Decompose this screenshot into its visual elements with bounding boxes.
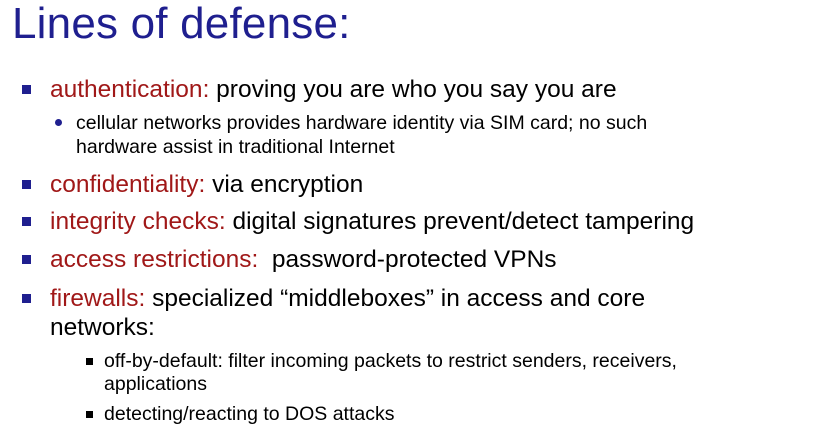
square-bullet-icon (22, 180, 31, 189)
sub-bullet-line-2: applications (104, 373, 207, 395)
sub-bullet-line-2: hardware assist in traditional Internet (76, 136, 395, 158)
sub-bullet-line-1: detecting/reacting to DOS attacks (104, 403, 395, 425)
sub-bullet-line-1: cellular networks provides hardware iden… (76, 112, 648, 134)
bullet-description: via encryption (205, 171, 364, 198)
small-square-bullet-icon (86, 411, 93, 418)
slide-title: Lines of defense: (12, 0, 351, 48)
bullet-term: integrity checks: (50, 208, 226, 235)
square-bullet-icon (22, 85, 31, 94)
square-bullet-icon (22, 217, 31, 226)
bullet-description: specialized “middleboxes” in access and … (145, 285, 646, 312)
bullet-term: authentication: (50, 76, 210, 103)
bullet-description: password-protected VPNs (258, 246, 557, 273)
bullet-text: firewalls: specialized “middleboxes” in … (50, 284, 645, 314)
bullet-description: digital signatures prevent/detect tamper… (225, 208, 695, 235)
sub-bullet-line-1: off-by-default: filter incoming packets … (104, 350, 677, 372)
bullet-term: access restrictions: (50, 246, 259, 273)
bullet-description: proving you are who you say you are (209, 76, 617, 103)
small-square-bullet-icon (86, 358, 93, 365)
round-bullet-icon (55, 119, 62, 126)
bullet-text: confidentiality: via encryption (50, 170, 363, 200)
bullet-term: confidentiality: (50, 171, 206, 198)
bullet-text: access restrictions: password-protected … (50, 245, 557, 275)
bullet-continuation: networks: (50, 314, 155, 341)
slide: Lines of defense: authentication: provin… (0, 0, 830, 441)
bullet-text: integrity checks: digital signatures pre… (50, 207, 694, 237)
square-bullet-icon (22, 255, 31, 264)
square-bullet-icon (22, 294, 31, 303)
bullet-term: firewalls: (50, 285, 146, 312)
bullet-text: authentication: proving you are who you … (50, 75, 617, 105)
